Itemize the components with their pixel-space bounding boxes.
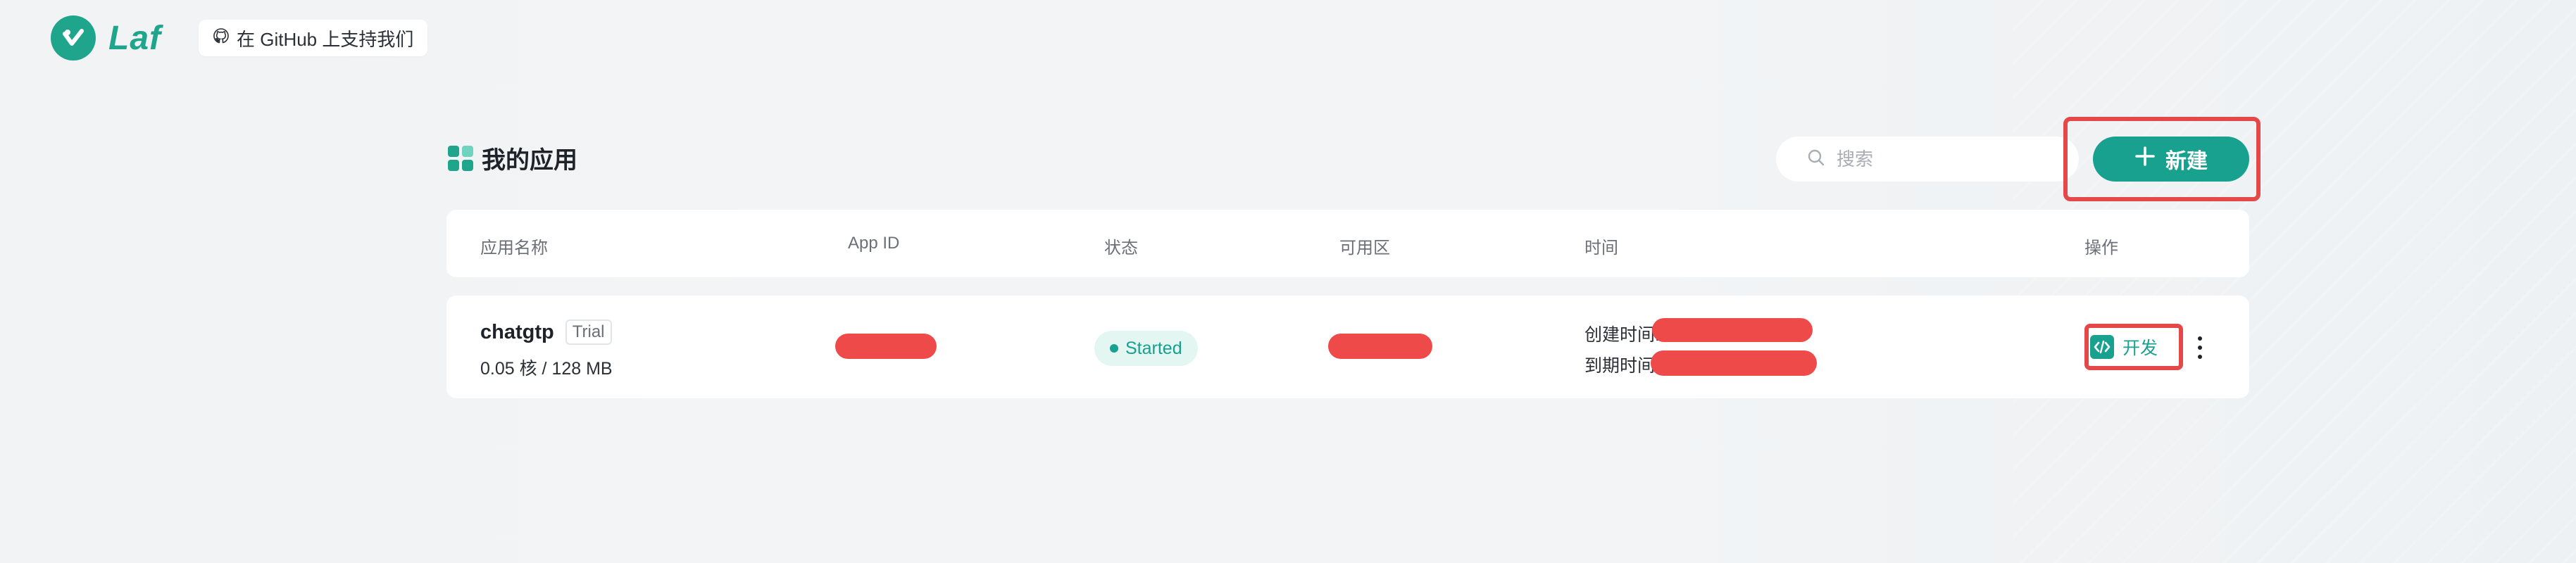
app-id-redaction (835, 334, 937, 359)
column-header-app-name: 应用名称 (480, 239, 548, 258)
region-redaction (1328, 334, 1432, 359)
status-dot-icon (1110, 344, 1118, 353)
logo-text: Laf (108, 19, 161, 57)
github-support-button[interactable]: 在 GitHub 上支持我们 (199, 20, 428, 56)
app-name-cell: chatgtp Trial (480, 320, 612, 345)
github-icon (213, 27, 230, 49)
search-icon (1807, 148, 1825, 170)
table-row[interactable]: chatgtp Trial 0.05 核 / 128 MB Started 创建… (446, 296, 2249, 398)
table-header: 应用名称 App ID 状态 可用区 时间 操作 (446, 210, 2249, 277)
status-badge: Started (1094, 331, 1198, 366)
background-decoration (2013, 0, 2576, 563)
search-input[interactable] (1835, 147, 2049, 171)
grid-icon (448, 145, 473, 171)
column-header-app-id: App ID (848, 234, 900, 253)
column-header-time: 时间 (1584, 239, 1618, 258)
app-spec: 0.05 核 / 128 MB (480, 359, 613, 379)
code-icon (2090, 335, 2114, 359)
new-button-label: 新建 (2165, 150, 2208, 173)
more-vertical-icon[interactable] (2193, 332, 2207, 363)
created-time-redaction (1652, 318, 1813, 342)
page-title-text: 我的应用 (482, 147, 577, 174)
column-header-actions: 操作 (2084, 239, 2118, 258)
status-text: Started (1125, 338, 1182, 358)
plus-icon (2134, 146, 2156, 172)
column-header-region: 可用区 (1339, 239, 1390, 258)
expire-time-label: 到期时间 (1584, 356, 1656, 376)
plan-badge: Trial (565, 320, 612, 345)
github-button-label: 在 GitHub 上支持我们 (237, 28, 414, 50)
column-header-status: 状态 (1104, 239, 1138, 258)
develop-button[interactable]: 开发 (2090, 331, 2158, 363)
develop-button-label: 开发 (2122, 339, 2158, 358)
new-app-button[interactable]: 新建 (2093, 137, 2249, 182)
page-title: 我的应用 (448, 141, 577, 175)
app-name: chatgtp (480, 320, 554, 343)
created-time-label: 创建时间: (1584, 325, 1660, 345)
expire-time-redaction (1651, 350, 1817, 376)
app-logo[interactable]: Laf (51, 15, 161, 61)
laf-logo-icon (51, 15, 96, 61)
search-box[interactable] (1776, 137, 2079, 182)
